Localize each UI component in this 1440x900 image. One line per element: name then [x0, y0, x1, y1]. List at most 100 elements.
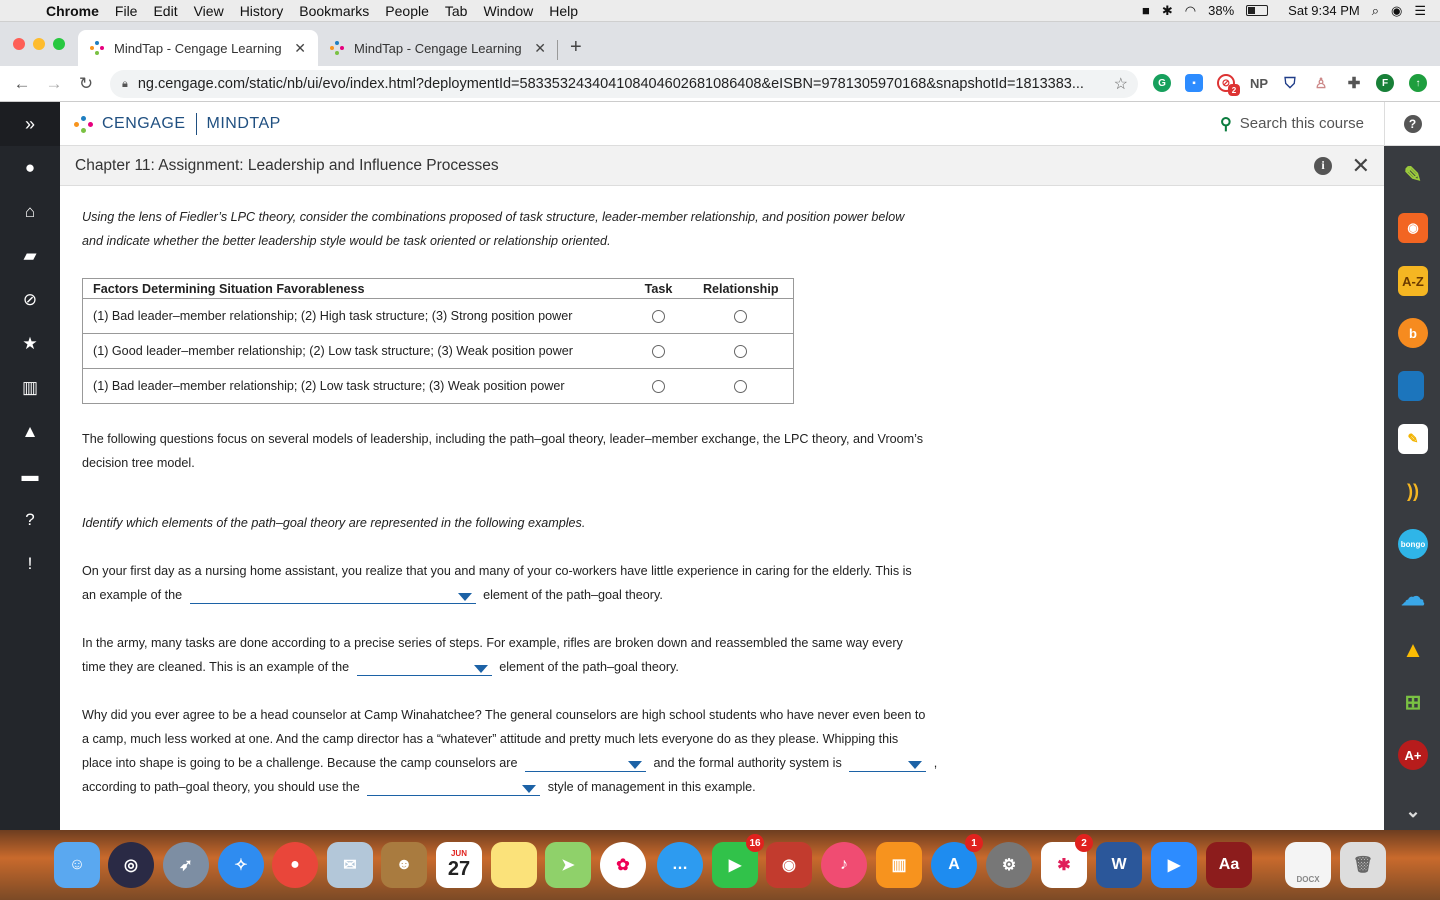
notebook-icon[interactable]: ▰: [0, 234, 60, 278]
readspeaker-icon[interactable]: )): [1398, 476, 1428, 506]
close-activity-icon[interactable]: ✕: [1352, 153, 1370, 179]
onedrive-icon[interactable]: ☁: [1398, 582, 1428, 612]
aplus-icon[interactable]: A+: [1398, 740, 1428, 770]
siri-icon[interactable]: ◉: [1391, 3, 1402, 19]
management-style-dropdown[interactable]: [367, 780, 541, 796]
bongo-icon[interactable]: bongo: [1398, 529, 1428, 559]
home-icon[interactable]: ⌂: [0, 190, 60, 234]
finder-icon[interactable]: ☺: [54, 842, 100, 888]
close-tab-icon[interactable]: ✕: [294, 40, 306, 57]
music-icon[interactable]: ♪: [821, 842, 867, 888]
relationship-radio[interactable]: [734, 345, 748, 359]
relationship-radio[interactable]: [734, 380, 748, 394]
zoom-icon[interactable]: ▶: [1151, 842, 1197, 888]
menu-app-name[interactable]: Chrome: [40, 3, 107, 19]
bookmark-star-icon[interactable]: ☆: [1114, 74, 1128, 94]
battery-icon[interactable]: [1246, 5, 1269, 16]
siri-icon[interactable]: ◎: [108, 842, 154, 888]
profile-avatar[interactable]: F: [1376, 74, 1394, 92]
menu-window[interactable]: Window: [475, 3, 541, 19]
facetime-icon[interactable]: ▶ 16: [712, 834, 764, 888]
contacts-icon[interactable]: ☻: [381, 842, 427, 888]
question-2-dropdown[interactable]: [356, 660, 492, 676]
puzzle-extensions-icon[interactable]: ✚: [1345, 74, 1363, 92]
menu-view[interactable]: View: [186, 3, 232, 19]
bluetooth-icon[interactable]: ✱: [1162, 3, 1173, 19]
clock[interactable]: Sat 9:34 PM: [1288, 3, 1360, 18]
video-icon[interactable]: ■: [1142, 3, 1150, 18]
address-bar[interactable]: 🔒︎ ng.cengage.com/static/nb/ui/evo/index…: [110, 70, 1138, 98]
forward-icon[interactable]: →: [38, 74, 70, 94]
update-icon[interactable]: ↑: [1409, 74, 1427, 92]
photo-booth-icon[interactable]: ◉: [766, 842, 812, 888]
course-search[interactable]: ⚲ Search this course: [1220, 114, 1364, 134]
info-icon[interactable]: i: [1314, 156, 1332, 175]
question-1-dropdown[interactable]: [189, 588, 476, 604]
zoom-window-button[interactable]: [53, 38, 65, 50]
search-placeholder[interactable]: Search this course: [1240, 115, 1364, 132]
google-drive-icon[interactable]: ▲: [1398, 635, 1428, 665]
photos-icon[interactable]: ✿: [600, 842, 646, 888]
trash-icon[interactable]: 🗑︎: [1340, 842, 1386, 888]
graduation-cap-icon[interactable]: ▲: [0, 410, 60, 454]
cart-icon[interactable]: ⊞: [1398, 687, 1428, 717]
maps-icon[interactable]: ➤: [545, 842, 591, 888]
mail-icon[interactable]: ✉: [327, 842, 373, 888]
relationship-radio[interactable]: [734, 310, 748, 324]
calendar-icon[interactable]: JUN 27: [436, 842, 482, 888]
notes-icon[interactable]: ✎: [1398, 424, 1428, 454]
lock-icon[interactable]: 🔒︎: [122, 78, 128, 91]
slack-icon[interactable]: ✱ 2: [1041, 834, 1093, 888]
counselors-dropdown[interactable]: [524, 756, 646, 772]
search-icon[interactable]: ⚲: [1220, 114, 1232, 134]
task-radio[interactable]: [652, 380, 665, 394]
menu-edit[interactable]: Edit: [145, 3, 185, 19]
az-glossary-icon[interactable]: A-Z: [1398, 266, 1428, 296]
word-icon[interactable]: W: [1096, 842, 1142, 888]
close-tab-icon[interactable]: ✕: [534, 40, 546, 57]
authority-dropdown[interactable]: [849, 756, 927, 772]
notification-center-icon[interactable]: ☰: [1414, 3, 1426, 19]
app-store-icon[interactable]: A 1: [931, 834, 983, 888]
minimize-window-button[interactable]: [33, 38, 45, 50]
zoom-extension-icon[interactable]: ▪: [1185, 74, 1203, 92]
person-extension-icon[interactable]: ♙: [1312, 74, 1330, 92]
chrome-icon[interactable]: ●: [272, 842, 318, 888]
launchpad-icon[interactable]: ➶: [163, 842, 209, 888]
help-icon[interactable]: ?: [0, 498, 60, 542]
pencil-icon[interactable]: ✎: [1398, 160, 1428, 190]
menu-file[interactable]: File: [107, 3, 146, 19]
ebook-icon[interactable]: [1398, 371, 1424, 401]
help-button[interactable]: ?: [1384, 102, 1440, 146]
expand-nav-icon[interactable]: »: [0, 102, 60, 146]
reload-icon[interactable]: ↻: [70, 74, 102, 94]
system-preferences-icon[interactable]: ⚙: [986, 842, 1032, 888]
rss-icon[interactable]: ◉: [1398, 213, 1428, 243]
task-radio[interactable]: [652, 310, 665, 324]
menu-help[interactable]: Help: [541, 3, 586, 19]
cengage-mindtap-logo[interactable]: CENGAGE MINDTAP: [74, 112, 281, 135]
books-icon[interactable]: ▥: [876, 842, 922, 888]
menu-people[interactable]: People: [377, 3, 437, 19]
browser-tab-inactive[interactable]: MindTap - Cengage Learning ✕: [318, 30, 558, 66]
spotlight-icon[interactable]: ⌕: [1372, 3, 1379, 19]
notes-app-icon[interactable]: [491, 842, 537, 888]
messages-icon[interactable]: …: [657, 842, 703, 888]
compass-icon[interactable]: ⊘: [0, 278, 60, 322]
shield-extension-icon[interactable]: ⛉: [1281, 74, 1299, 92]
task-radio[interactable]: [652, 345, 665, 359]
browser-tab-active[interactable]: MindTap - Cengage Learning ✕: [78, 30, 318, 66]
briefcase-icon[interactable]: ▬: [0, 454, 60, 498]
b-app-icon[interactable]: b: [1398, 318, 1428, 348]
np-extension-icon[interactable]: NP: [1247, 74, 1271, 92]
grammarly-extension-icon[interactable]: G: [1153, 74, 1171, 92]
docx-file-icon[interactable]: DOCX: [1285, 842, 1331, 888]
feedback-icon[interactable]: !: [0, 542, 60, 586]
back-icon[interactable]: ←: [6, 74, 38, 94]
close-window-button[interactable]: [13, 38, 25, 50]
menu-tab[interactable]: Tab: [437, 3, 476, 19]
safari-icon[interactable]: ✧: [218, 842, 264, 888]
dictionary-icon[interactable]: Aa: [1206, 842, 1252, 888]
menu-history[interactable]: History: [232, 3, 292, 19]
profile-icon[interactable]: ●: [0, 146, 60, 190]
